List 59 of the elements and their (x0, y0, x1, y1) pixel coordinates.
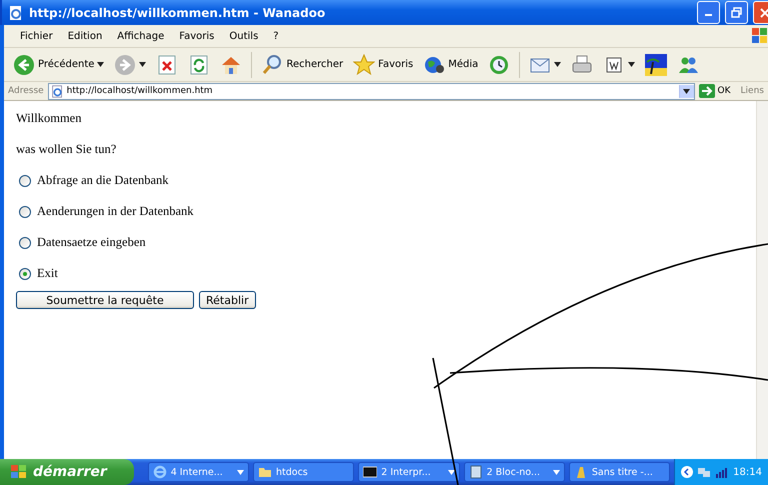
toolbar-button[interactable]: Média (420, 54, 482, 76)
stop-icon (156, 54, 178, 76)
links-label[interactable]: Liens (740, 86, 764, 96)
menu-item[interactable]: ? (267, 30, 288, 42)
dropdown-button[interactable] (678, 84, 694, 98)
terminal-icon (363, 465, 378, 479)
menu-item[interactable]: Outils (223, 30, 268, 42)
radio-button[interactable] (19, 268, 31, 280)
star-icon (353, 54, 376, 76)
option-label: Exit (37, 266, 58, 281)
close-icon (760, 8, 768, 18)
radio-button[interactable] (19, 206, 31, 218)
windows-flag-icon (10, 464, 28, 480)
option-label: Abfrage an die Datenbank (37, 173, 169, 188)
browser-icon (152, 465, 167, 479)
submit-button[interactable]: Soumettre la requête (16, 291, 194, 309)
toolbar-button[interactable]: Favoris (350, 54, 416, 76)
page-icon (8, 4, 24, 20)
reset-button[interactable]: Rétablir (199, 291, 256, 309)
network-icon (697, 466, 712, 478)
taskbar-button[interactable]: 2 Interpr... (358, 462, 460, 482)
refresh-icon (188, 54, 210, 76)
restore-icon (731, 7, 742, 18)
beach-icon (645, 54, 668, 76)
radio-button[interactable] (19, 237, 31, 249)
menu-item[interactable]: Fichier (14, 30, 62, 42)
menu-item[interactable]: Affichage (111, 30, 174, 42)
search-icon (261, 54, 284, 76)
page-heading: Willkommen (16, 111, 82, 127)
chevron-icon (681, 466, 694, 478)
option-label: Datensaetze eingeben (37, 235, 146, 250)
scrollbar[interactable] (756, 101, 768, 459)
menu-item[interactable]: Favoris (173, 30, 224, 42)
notepad-icon (468, 465, 483, 479)
radio-button[interactable] (19, 175, 31, 187)
folder-icon (258, 465, 272, 479)
go-arrow-icon (698, 84, 715, 98)
clock-text: 18:14 (733, 466, 762, 478)
address-field[interactable]: http://localhost/willkommen.htm (48, 82, 695, 100)
start-button[interactable]: démarrer (0, 459, 134, 485)
taskbar-button[interactable]: htdocs (252, 462, 354, 482)
toolbar-button[interactable]: Précédente (10, 54, 108, 76)
taskbar-button[interactable]: Sans titre -... (568, 462, 670, 482)
menu-item[interactable]: Edition (62, 30, 112, 42)
address-label: Adresse (8, 86, 44, 96)
option-label: Aenderungen in der Datenbank (37, 204, 194, 219)
printer-icon (571, 54, 594, 76)
question-text: was wollen Sie tun? (16, 142, 116, 158)
minimize-button[interactable] (697, 1, 720, 24)
clock-icon (488, 54, 510, 76)
go-button[interactable]: OK (698, 84, 737, 98)
signal-icon (715, 466, 730, 478)
toolbar-button[interactable]: Rechercher (258, 54, 346, 76)
page-icon (50, 84, 64, 98)
taskbar-button[interactable]: 2 Bloc-no... (464, 462, 565, 482)
caret-icon (683, 88, 690, 94)
taskbar-button[interactable]: 4 Interne... (148, 462, 249, 482)
restore-button[interactable] (725, 1, 748, 24)
window-title: http://localhost/willkommen.htm - Wanadoo (29, 6, 326, 20)
